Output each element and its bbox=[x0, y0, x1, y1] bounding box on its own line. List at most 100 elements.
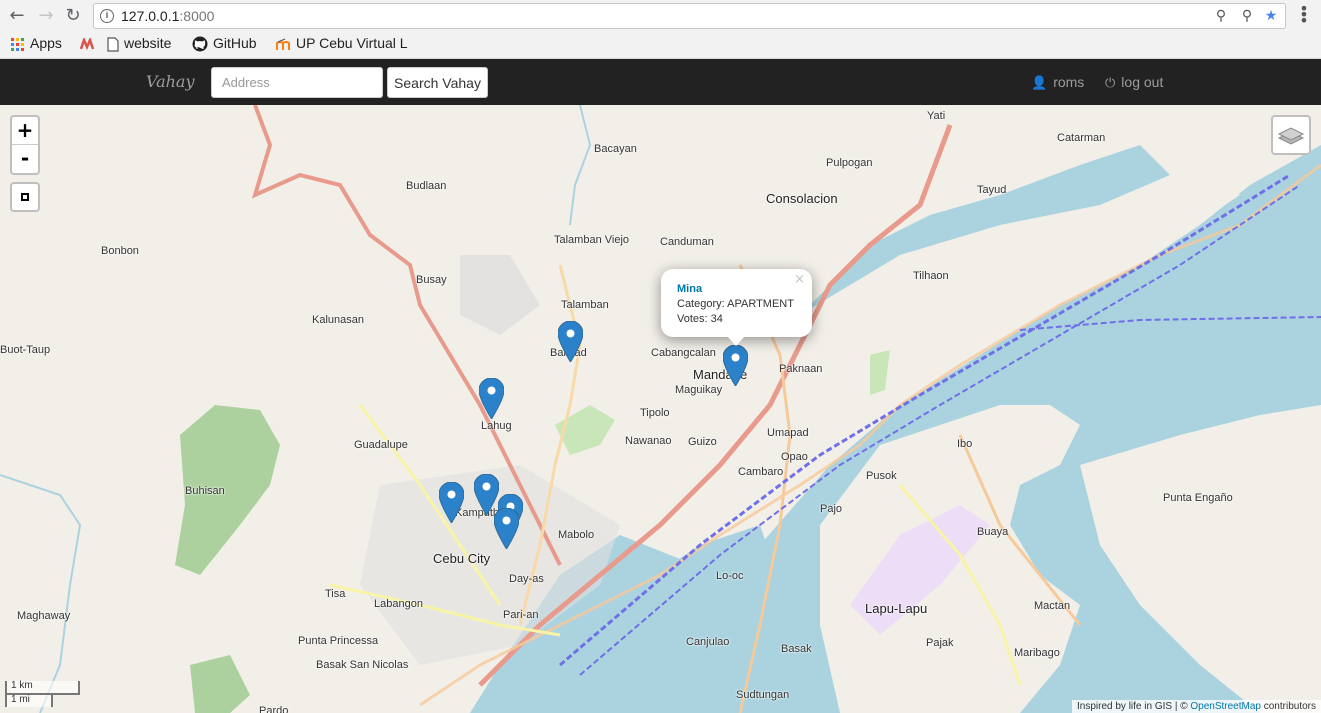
bookmark-website[interactable]: website bbox=[107, 35, 171, 53]
place-label: Yati bbox=[927, 110, 946, 122]
place-label: Pardo bbox=[259, 705, 289, 713]
place-label: Budlaan bbox=[406, 180, 447, 192]
popup-close-icon[interactable]: × bbox=[794, 272, 805, 287]
map-attribution: Inspired by life in GIS | © OpenStreetMa… bbox=[1072, 700, 1321, 713]
square-icon bbox=[21, 193, 29, 201]
apps-grid-icon bbox=[11, 37, 24, 51]
place-label: Talamban Viejo bbox=[554, 234, 630, 246]
place-label: Pajo bbox=[820, 503, 843, 515]
reload-icon[interactable]: ↻ bbox=[62, 5, 84, 27]
logout-link[interactable]: ⏻ log out bbox=[1105, 74, 1163, 91]
popup-title[interactable]: Mina bbox=[677, 282, 796, 297]
place-label: Punta Princessa bbox=[298, 635, 379, 647]
place-label: Guadalupe bbox=[354, 439, 408, 451]
place-label: Paknaan bbox=[779, 363, 823, 375]
place-label: Lo-oc bbox=[716, 570, 744, 582]
map-marker-icon[interactable] bbox=[558, 321, 583, 362]
user-icon: 👤 bbox=[1031, 76, 1048, 91]
place-label: Cabangcalan bbox=[651, 347, 716, 359]
place-label: Guizo bbox=[688, 436, 717, 448]
place-label: Kalunasan bbox=[312, 314, 364, 326]
marker-popup: × Mina Category: APARTMENT Votes: 34 bbox=[661, 269, 812, 346]
place-label: Tilhaon bbox=[913, 270, 949, 282]
place-label: Pusok bbox=[866, 470, 897, 482]
bookmark-star-icon[interactable]: ★ bbox=[1263, 8, 1279, 24]
place-label: Talamban bbox=[561, 299, 609, 311]
place-label: Pari-an bbox=[503, 609, 539, 621]
scale-bar: 1 km 1 mi bbox=[5, 681, 80, 707]
layers-icon bbox=[1277, 127, 1305, 145]
place-label: Basak San Nicolas bbox=[316, 659, 409, 671]
page-icon bbox=[107, 37, 119, 52]
place-label: Lahug bbox=[481, 420, 512, 432]
place-label: Day-as bbox=[509, 573, 544, 585]
browser-chrome: ← → ↻ i 127.0.0.1:8000 ⚲ ⚲ ★ • • • Apps we… bbox=[0, 0, 1321, 59]
place-label: Pajak bbox=[926, 637, 954, 649]
app-navbar: Vahay Search Vahay 👤roms ⏻log out bbox=[0, 59, 1321, 105]
zoom-in-button[interactable]: + bbox=[12, 117, 38, 145]
place-label: Maguikay bbox=[675, 384, 723, 396]
place-label: Punta Engaño bbox=[1163, 492, 1233, 504]
place-label: Mabolo bbox=[558, 529, 595, 541]
address-bar[interactable]: i 127.0.0.1:8000 ⚲ ⚲ ★ bbox=[93, 3, 1286, 29]
browser-menu-icon[interactable]: • • • bbox=[1298, 1, 1310, 29]
moodle-icon bbox=[276, 38, 290, 50]
place-label: Buaya bbox=[977, 526, 1009, 538]
place-label: Buhisan bbox=[185, 485, 225, 497]
zoom-out-button[interactable]: - bbox=[12, 145, 38, 173]
osm-link[interactable]: OpenStreetMap bbox=[1190, 701, 1261, 712]
map-marker-icon[interactable] bbox=[439, 482, 464, 523]
place-label: Ibo bbox=[957, 438, 973, 450]
place-label: Bonbon bbox=[101, 245, 139, 257]
place-label: Umapad bbox=[767, 427, 809, 439]
place-label: Cebu City bbox=[433, 551, 491, 566]
forward-arrow-icon[interactable]: → bbox=[35, 5, 57, 27]
place-label: Busay bbox=[416, 274, 447, 286]
place-label: Maghaway bbox=[17, 610, 71, 622]
zoom-control: + - bbox=[10, 115, 40, 175]
place-label: Consolacion bbox=[766, 191, 838, 206]
layers-button[interactable] bbox=[1271, 115, 1311, 155]
zoom-extent-button[interactable] bbox=[10, 182, 40, 212]
scale-mi: 1 mi bbox=[5, 693, 53, 707]
place-label: Sudtungan bbox=[736, 689, 790, 701]
bookmark-apps[interactable]: Apps bbox=[11, 35, 62, 53]
place-label: Canjulao bbox=[686, 636, 730, 648]
place-label: Tisa bbox=[325, 588, 346, 600]
bookmark-github[interactable]: GitHub bbox=[192, 35, 257, 53]
place-label: Opao bbox=[781, 451, 808, 463]
place-label: Tipolo bbox=[640, 407, 670, 419]
address-search-input[interactable] bbox=[211, 67, 383, 98]
map-marker-icon[interactable] bbox=[723, 345, 748, 386]
brand-logo[interactable]: Vahay bbox=[146, 72, 195, 91]
map-marker-icon[interactable] bbox=[494, 508, 519, 549]
place-label: Lapu-Lapu bbox=[865, 601, 928, 616]
place-label: Basak bbox=[781, 643, 812, 655]
extension-icon[interactable]: ⚲ bbox=[1239, 8, 1255, 24]
search-vahay-button[interactable]: Search Vahay bbox=[387, 67, 488, 98]
place-label: Nawanao bbox=[625, 435, 672, 447]
place-label: Catarman bbox=[1057, 132, 1106, 144]
popup-category: Category: APARTMENT bbox=[677, 298, 794, 310]
zoom-icon[interactable]: ⚲ bbox=[1213, 8, 1229, 24]
place-label: Mactan bbox=[1034, 600, 1071, 612]
popup-tip bbox=[727, 336, 745, 346]
place-label: Canduman bbox=[660, 236, 714, 248]
map-marker-icon[interactable] bbox=[479, 378, 504, 419]
map-canvas[interactable]: Yati Catarman Bacayan Pulpogan Budlaan C… bbox=[0, 105, 1321, 713]
place-label: Bacayan bbox=[594, 143, 637, 155]
user-link[interactable]: 👤 roms bbox=[1031, 74, 1084, 91]
place-label: Pulpogan bbox=[826, 157, 873, 169]
place-label: Labangon bbox=[374, 598, 423, 610]
bookmark-up-cebu[interactable]: UP Cebu Virtual L bbox=[276, 35, 408, 53]
back-arrow-icon[interactable]: ← bbox=[6, 5, 28, 27]
url-text[interactable]: 127.0.0.1:8000 bbox=[121, 8, 214, 24]
bookmark-mendeley[interactable] bbox=[80, 35, 101, 53]
place-label: Buot-Taup bbox=[0, 344, 51, 356]
bookmarks-bar: Apps website GitHub UP Cebu Virtual L bbox=[0, 32, 1321, 56]
place-label: Maribago bbox=[1014, 647, 1060, 659]
popup-votes: Votes: 34 bbox=[677, 313, 723, 325]
github-icon bbox=[192, 36, 208, 52]
place-label: Tayud bbox=[977, 184, 1007, 196]
info-icon[interactable]: i bbox=[100, 9, 114, 23]
